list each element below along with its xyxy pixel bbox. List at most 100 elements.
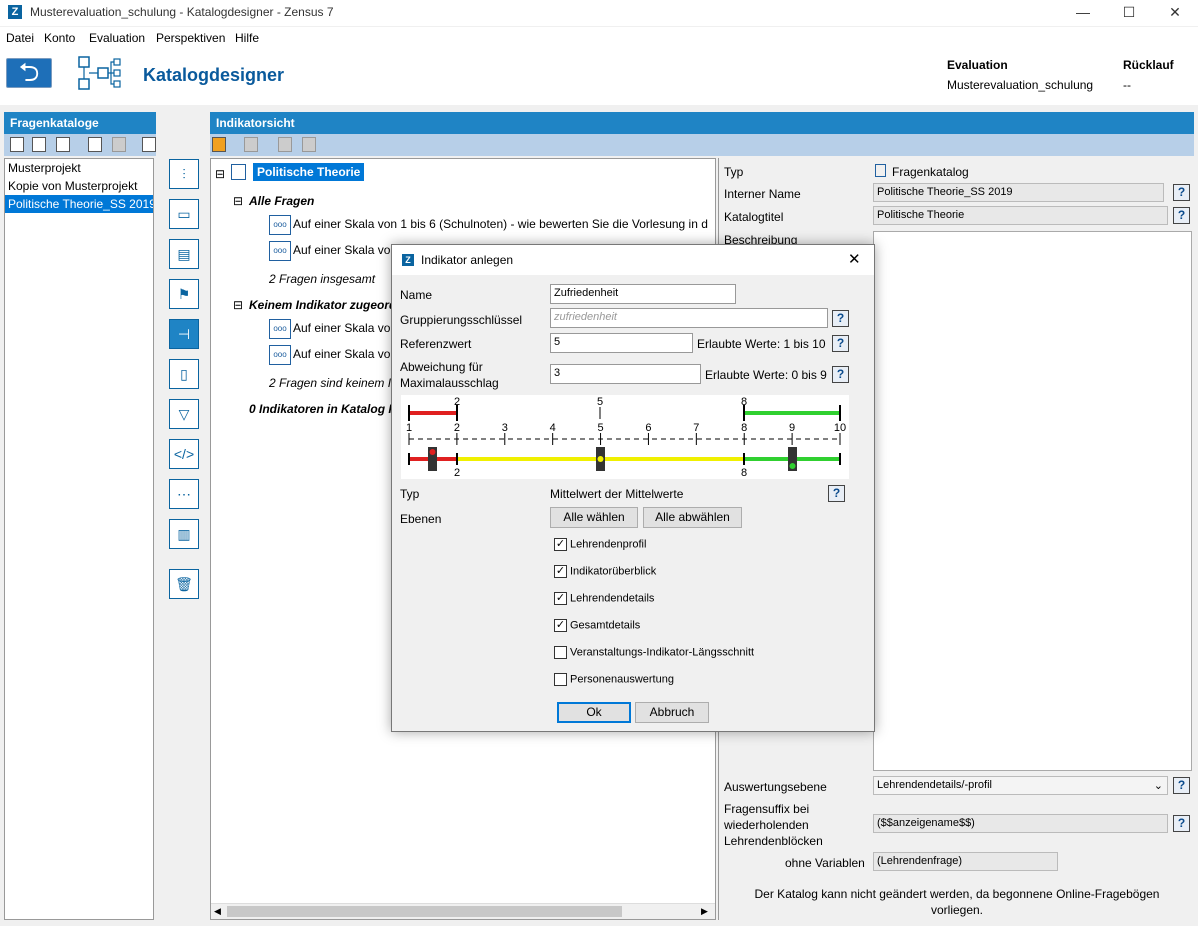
referenzwert-label: Referenzwert bbox=[400, 337, 472, 351]
indicator-view-icon[interactable]: ⊣ bbox=[169, 319, 199, 349]
checkbox-unchecked-icon[interactable] bbox=[554, 646, 567, 659]
gruppierung-input[interactable]: zufriedenheit bbox=[550, 308, 828, 328]
scale-bottom-label: 8 bbox=[741, 467, 747, 479]
tree-toggle-icon[interactable]: ⊟ bbox=[215, 167, 225, 181]
help-icon[interactable]: ? bbox=[832, 335, 849, 352]
checkbox-checked-icon[interactable]: ✓ bbox=[554, 592, 567, 605]
scale-tick-label: 9 bbox=[789, 422, 795, 434]
auswertungsebene-label: Auswertungsebene bbox=[724, 780, 827, 794]
checkbox-row[interactable]: ✓ Lehrendenprofil bbox=[554, 538, 646, 551]
fragenkataloge-toolbar bbox=[4, 134, 156, 156]
new-catalog-icon[interactable] bbox=[10, 137, 24, 152]
ruecklauf-label: Rücklauf bbox=[1123, 58, 1174, 72]
menu-perspektiven[interactable]: Perspektiven bbox=[156, 31, 225, 45]
scale-icon[interactable]: ⋯ bbox=[169, 479, 199, 509]
menu-datei[interactable]: Datei bbox=[6, 31, 34, 45]
tree-toggle-icon[interactable]: ⊟ bbox=[233, 194, 243, 208]
scrollbar-thumb[interactable] bbox=[227, 906, 622, 917]
import-catalog-icon[interactable] bbox=[32, 137, 46, 152]
checkbox-row[interactable]: Personenauswertung bbox=[554, 673, 674, 686]
checkbox-row[interactable]: ✓ Gesamtdetails bbox=[554, 619, 640, 632]
export-catalog-icon[interactable] bbox=[56, 137, 70, 152]
name-label: Name bbox=[400, 288, 433, 302]
tree-root[interactable]: Politische Theorie bbox=[253, 163, 365, 181]
preview-icon[interactable]: ▭ bbox=[169, 199, 199, 229]
maximize-icon[interactable]: ☐ bbox=[1106, 0, 1152, 26]
beschreibung-textarea[interactable] bbox=[873, 231, 1192, 771]
checkbox-row[interactable]: ✓ Lehrendendetails bbox=[554, 592, 654, 605]
trash-icon[interactable]: 🗑 bbox=[169, 569, 199, 599]
tree-group-keinem-indikator[interactable]: Keinem Indikator zugeord bbox=[249, 298, 396, 312]
menu-konto[interactable]: Konto bbox=[44, 31, 75, 45]
help-icon[interactable]: ? bbox=[832, 310, 849, 327]
code-icon[interactable]: </> bbox=[169, 439, 199, 469]
menu-evaluation[interactable]: Evaluation bbox=[89, 31, 145, 45]
tree-question[interactable]: ooo Auf einer Skala vo bbox=[269, 319, 390, 339]
delete-indicator-icon[interactable] bbox=[278, 137, 292, 152]
cancel-button[interactable]: Abbruch bbox=[635, 702, 709, 723]
copy-indicator-icon[interactable] bbox=[302, 137, 316, 152]
referenzwert-hint: Erlaubte Werte: 1 bis 10 bbox=[697, 337, 826, 351]
interner-name-field[interactable]: Politische Theorie_SS 2019 bbox=[873, 183, 1164, 202]
delete-catalog-icon[interactable] bbox=[112, 137, 126, 152]
typ-label: Typ bbox=[724, 165, 744, 179]
fragensuffix-field[interactable]: ($$anzeigename$$) bbox=[873, 814, 1168, 833]
checkbox-checked-icon[interactable]: ✓ bbox=[554, 565, 567, 578]
help-icon[interactable]: ? bbox=[1173, 815, 1190, 832]
checkbox-checked-icon[interactable]: ✓ bbox=[554, 538, 567, 551]
help-icon[interactable]: ? bbox=[1173, 207, 1190, 224]
fragenkataloge-panel: Fragenkataloge bbox=[4, 112, 156, 156]
ruecklauf-value: -- bbox=[1123, 78, 1131, 92]
tree-question[interactable]: ooo Auf einer Skala vo bbox=[269, 241, 390, 261]
back-arrow-icon[interactable]: ⮌ bbox=[6, 58, 52, 88]
tree-question[interactable]: ooo Auf einer Skala vo bbox=[269, 345, 390, 365]
checkbox-row[interactable]: ✓ Indikatorüberblick bbox=[554, 565, 656, 578]
checkbox-checked-icon[interactable]: ✓ bbox=[554, 619, 567, 632]
list-item[interactable]: Politische Theorie_SS 2019 bbox=[5, 195, 153, 213]
properties-catalog-icon[interactable] bbox=[142, 137, 156, 152]
list-item[interactable]: Musterprojekt bbox=[5, 159, 153, 177]
checkbox-row[interactable]: Veranstaltungs-Indikator-Längsschnitt bbox=[554, 646, 754, 659]
document-icon[interactable]: ▤ bbox=[169, 239, 199, 269]
add-indicator-icon[interactable] bbox=[212, 137, 226, 152]
minimize-icon[interactable]: — bbox=[1060, 0, 1106, 26]
auswertungsebene-select[interactable]: Lehrendendetails/-profil ⌄ bbox=[873, 776, 1168, 795]
structure-icon[interactable]: ⫶ bbox=[169, 159, 199, 189]
flags-icon[interactable]: ⚑ bbox=[169, 279, 199, 309]
dialog-close-icon[interactable]: ✕ bbox=[848, 250, 861, 268]
copy-catalog-icon[interactable] bbox=[88, 137, 102, 152]
tree-toggle-icon[interactable]: ⊟ bbox=[233, 298, 243, 312]
help-icon[interactable]: ? bbox=[1173, 777, 1190, 794]
referenzwert-input[interactable]: 5 bbox=[550, 333, 693, 353]
horizontal-scrollbar[interactable]: ◀ ▶ bbox=[211, 903, 715, 919]
filter-icon[interactable]: ▽ bbox=[169, 399, 199, 429]
select-all-button[interactable]: Alle wählen bbox=[550, 507, 638, 528]
scale-bottom-label: 2 bbox=[454, 467, 460, 479]
menu-hilfe[interactable]: Hilfe bbox=[235, 31, 259, 45]
indikator-anlegen-dialog: Z Indikator anlegen ✕ Name Zufriedenheit… bbox=[391, 244, 875, 732]
deselect-all-button[interactable]: Alle abwählen bbox=[643, 507, 742, 528]
header: ⮌ Katalogdesigner Evaluation Musterevalu… bbox=[0, 47, 1198, 105]
help-icon[interactable]: ? bbox=[828, 485, 845, 502]
edit-indicator-icon[interactable] bbox=[244, 137, 258, 152]
indikatorsicht-toolbar bbox=[210, 134, 1194, 156]
name-input[interactable]: Zufriedenheit bbox=[550, 284, 736, 304]
ohne-variablen-field[interactable]: (Lehrendenfrage) bbox=[873, 852, 1058, 871]
help-icon[interactable]: ? bbox=[1173, 184, 1190, 201]
tree-question[interactable]: ooo Auf einer Skala von 1 bis 6 (Schulnot… bbox=[269, 215, 708, 235]
tree-group-alle-fragen[interactable]: Alle Fragen bbox=[249, 194, 314, 208]
katalogtitel-field[interactable]: Politische Theorie bbox=[873, 206, 1168, 225]
scroll-right-icon[interactable]: ▶ bbox=[701, 906, 708, 917]
evaluation-value: Musterevaluation_schulung bbox=[947, 78, 1094, 92]
chart-icon[interactable]: ▥ bbox=[169, 519, 199, 549]
ok-button[interactable]: Ok bbox=[557, 702, 631, 723]
help-icon[interactable]: ? bbox=[832, 366, 849, 383]
checkbox-unchecked-icon[interactable] bbox=[554, 673, 567, 686]
abweichung-input[interactable]: 3 bbox=[550, 364, 701, 384]
indikatorsicht-panel: Indikatorsicht bbox=[210, 112, 1194, 156]
catalog-icon bbox=[875, 164, 886, 177]
list-item[interactable]: Kopie von Musterprojekt bbox=[5, 177, 153, 195]
scroll-left-icon[interactable]: ◀ bbox=[214, 906, 221, 917]
bottles-icon[interactable]: ▯ bbox=[169, 359, 199, 389]
close-icon[interactable]: ✕ bbox=[1152, 0, 1198, 26]
